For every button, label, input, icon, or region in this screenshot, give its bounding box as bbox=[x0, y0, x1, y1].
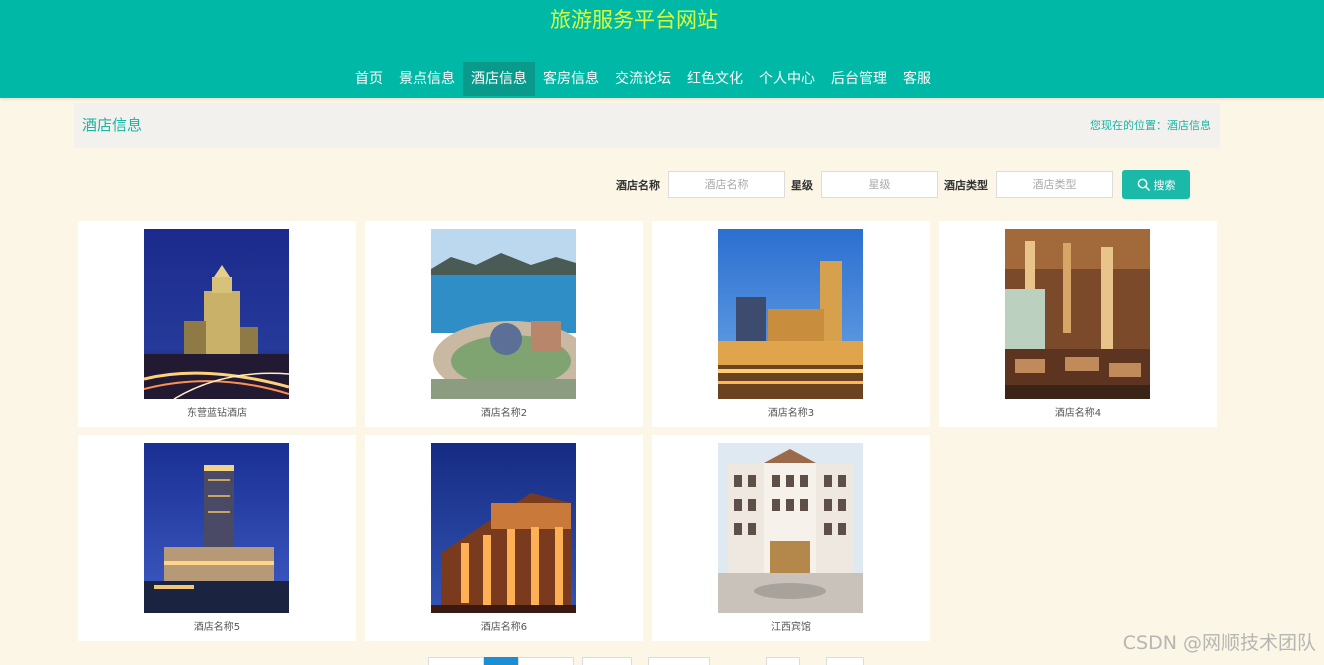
hotel-image[interactable] bbox=[718, 443, 863, 613]
pagination-jump-input[interactable] bbox=[826, 657, 864, 665]
watermark: CSDN @网顺技术团队 bbox=[1122, 632, 1316, 654]
hotel-name[interactable]: 酒店名称5 bbox=[78, 618, 356, 633]
page-title: 酒店信息 bbox=[82, 116, 143, 134]
pagination-size-select[interactable] bbox=[766, 657, 800, 665]
site-title[interactable]: 旅游服务平台网站 bbox=[0, 4, 1268, 34]
nav-item-red-culture[interactable]: 红色文化 bbox=[679, 62, 751, 96]
hotel-card[interactable]: 酒店名称3 bbox=[652, 221, 930, 427]
search-icon bbox=[1137, 178, 1150, 191]
search-button[interactable]: 搜索 bbox=[1122, 170, 1190, 199]
hotel-image[interactable] bbox=[718, 229, 863, 399]
search-form: 酒店名称 星级 酒店类型 搜索 bbox=[610, 170, 1190, 199]
page-title-bar: 酒店信息 您现在的位置：酒店信息 bbox=[74, 103, 1220, 148]
hotel-name-input[interactable] bbox=[668, 171, 785, 198]
hotel-image[interactable] bbox=[431, 229, 576, 399]
hotel-name[interactable]: 东营蓝钻酒店 bbox=[78, 404, 356, 419]
hotel-card[interactable]: 酒店名称2 bbox=[365, 221, 643, 427]
pagination-last-button[interactable] bbox=[648, 657, 710, 665]
star-rating-label: 星级 bbox=[791, 178, 813, 192]
classical-white-hotel-image bbox=[718, 443, 863, 613]
nav-item-forum[interactable]: 交流论坛 bbox=[607, 62, 679, 96]
site-header: 旅游服务平台网站 首页 景点信息 酒店信息 客房信息 交流论坛 红色文化 个人中… bbox=[0, 0, 1324, 98]
lit-colonnade-building-image bbox=[431, 443, 576, 613]
hotel-type-input[interactable] bbox=[996, 171, 1113, 198]
nav-item-hotels[interactable]: 酒店信息 bbox=[463, 62, 535, 96]
nav-item-attractions[interactable]: 景点信息 bbox=[391, 62, 463, 96]
main-nav: 首页 景点信息 酒店信息 客房信息 交流论坛 红色文化 个人中心 后台管理 客服 bbox=[347, 62, 939, 96]
nav-item-customer-service[interactable]: 客服 bbox=[895, 62, 939, 96]
hotel-card[interactable]: 酒店名称6 bbox=[365, 435, 643, 641]
pagination bbox=[428, 657, 864, 665]
pagination-next-button[interactable] bbox=[582, 657, 632, 665]
night-tower-hotel-image bbox=[144, 229, 289, 399]
hotel-card[interactable]: 东营蓝钻酒店 bbox=[78, 221, 356, 427]
star-rating-input[interactable] bbox=[821, 171, 938, 198]
pagination-page-current[interactable] bbox=[484, 657, 518, 665]
seaside-dome-hotel-image bbox=[431, 229, 576, 399]
hotel-name-label: 酒店名称 bbox=[616, 178, 660, 192]
hotel-card[interactable]: 江西宾馆 bbox=[652, 435, 930, 641]
hotel-name[interactable]: 酒店名称2 bbox=[365, 404, 643, 419]
nav-item-admin[interactable]: 后台管理 bbox=[823, 62, 895, 96]
hotel-image[interactable] bbox=[431, 443, 576, 613]
nav-item-home[interactable]: 首页 bbox=[347, 62, 391, 96]
golden-resort-hotel-image bbox=[718, 229, 863, 399]
nav-item-personal-center[interactable]: 个人中心 bbox=[751, 62, 823, 96]
hotel-image[interactable] bbox=[144, 443, 289, 613]
hotel-image[interactable] bbox=[144, 229, 289, 399]
breadcrumb[interactable]: 您现在的位置：酒店信息 bbox=[1090, 103, 1211, 148]
pagination-page-button[interactable] bbox=[518, 657, 574, 665]
tall-tower-night-hotel-image bbox=[144, 443, 289, 613]
pagination-prev-button[interactable] bbox=[428, 657, 484, 665]
hotel-image[interactable] bbox=[1005, 229, 1150, 399]
hotel-name[interactable]: 酒店名称6 bbox=[365, 618, 643, 633]
hotel-type-label: 酒店类型 bbox=[944, 178, 988, 192]
hotel-name[interactable]: 酒店名称3 bbox=[652, 404, 930, 419]
hotel-card[interactable]: 酒店名称5 bbox=[78, 435, 356, 641]
hotel-name[interactable]: 酒店名称4 bbox=[939, 404, 1217, 419]
hotel-name[interactable]: 江西宾馆 bbox=[652, 618, 930, 633]
nav-item-rooms[interactable]: 客房信息 bbox=[535, 62, 607, 96]
hotel-card[interactable]: 酒店名称4 bbox=[939, 221, 1217, 427]
search-button-label: 搜索 bbox=[1153, 178, 1176, 192]
grand-lobby-interior-image bbox=[1005, 229, 1150, 399]
